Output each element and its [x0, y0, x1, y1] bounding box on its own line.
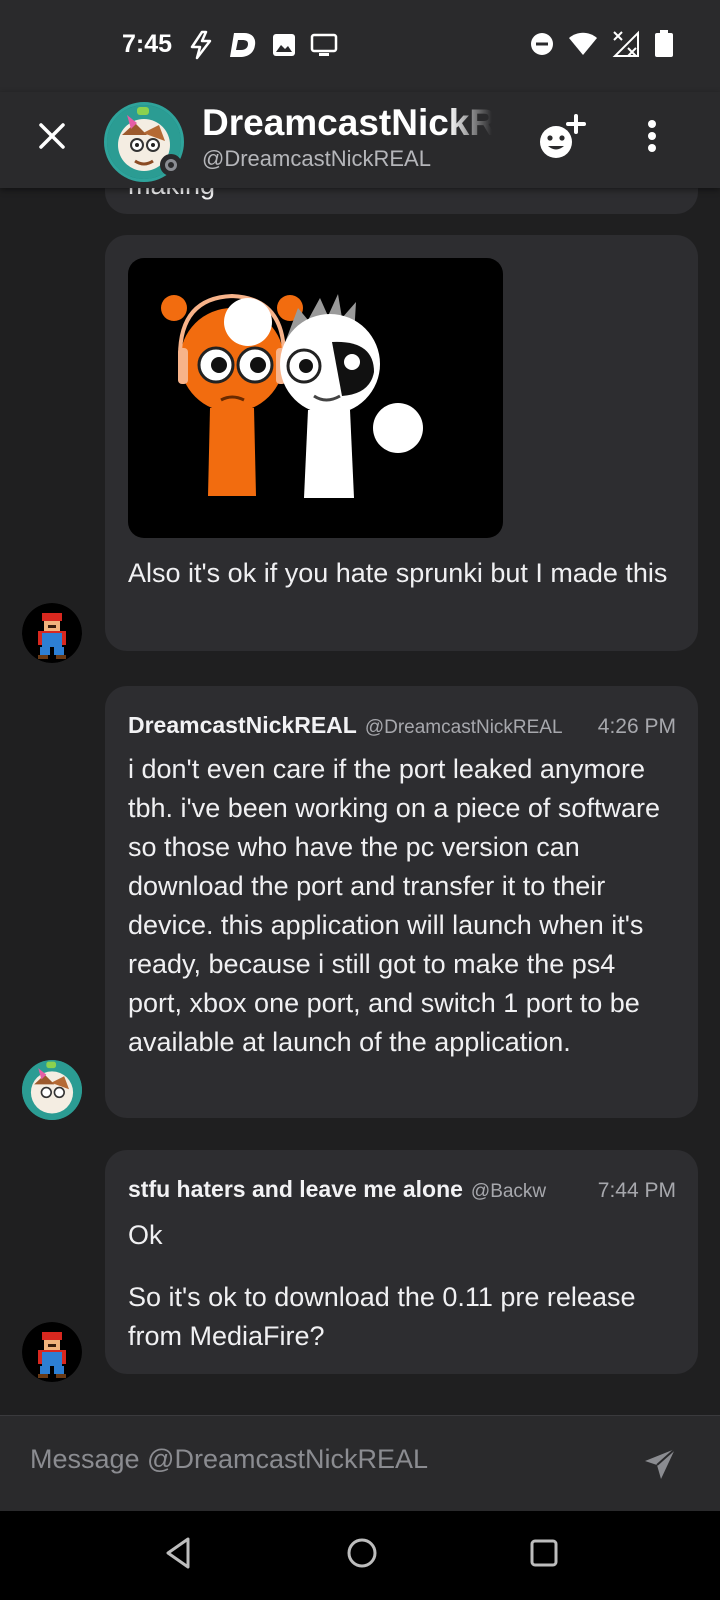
message-bubble: DreamcastNickREAL @DreamcastNickREAL 4:2… [105, 686, 698, 1118]
back-triangle-icon [166, 1537, 190, 1569]
home-circle-icon [347, 1538, 377, 1568]
status-bar: 7:45 [0, 0, 720, 92]
system-nav-bar [0, 1511, 720, 1600]
message-author[interactable]: DreamcastNickREAL [128, 712, 357, 739]
recents-square-icon [530, 1539, 558, 1567]
avatar[interactable] [22, 603, 82, 663]
send-button[interactable] [642, 1446, 678, 1482]
add-reaction-button[interactable] [536, 112, 588, 162]
message-input[interactable] [30, 1444, 590, 1475]
nav-recents-button[interactable] [526, 1533, 562, 1573]
sprunki-image-attachment[interactable] [128, 258, 503, 538]
message-handle: @DreamcastNickREAL [364, 717, 563, 738]
avatar[interactable] [22, 1322, 82, 1382]
message-handle: @Backw [470, 1181, 547, 1202]
emoji-add-icon [540, 114, 586, 158]
more-options-button[interactable] [640, 116, 664, 156]
kebab-menu-icon [648, 120, 656, 152]
message-author[interactable]: stfu haters and leave me alone [128, 1176, 463, 1203]
wifi-icon [568, 32, 598, 61]
message-list[interactable]: making [0, 188, 720, 1415]
image-icon [272, 33, 296, 62]
message-text: i don't even care if the port leaked any… [128, 754, 660, 1057]
cast-icon [310, 33, 338, 62]
message-text: So it's ok to download the 0.11 pre rele… [128, 1282, 636, 1351]
message-timestamp: 7:44 PM [597, 1179, 676, 1202]
status-indicator [160, 154, 182, 176]
message-text: making [128, 188, 215, 205]
flash-icon [188, 30, 214, 65]
message-bubble: making [105, 188, 698, 214]
message-text: Ok [128, 1220, 163, 1250]
message-header: DreamcastNickREAL @DreamcastNickREAL 4:2… [128, 712, 676, 739]
close-button[interactable] [32, 116, 72, 156]
message-bubble: Also it's ok if you hate sprunki but I m… [105, 235, 698, 651]
d-app-icon [228, 30, 258, 65]
battery-icon [654, 30, 674, 63]
close-icon [39, 123, 65, 149]
header-handle: @DreamcastNickREAL [202, 146, 431, 171]
no-signal-icon [612, 30, 640, 63]
dm-header: DreamcastNickREAL @DreamcastNickREAL [0, 92, 720, 188]
message-bubble: stfu haters and leave me alone @Backw 7:… [105, 1150, 698, 1374]
dnd-icon [530, 32, 554, 61]
message-text: Also it's ok if you hate sprunki but I m… [128, 558, 668, 588]
header-display-name[interactable]: DreamcastNickREAL [202, 102, 492, 144]
nav-home-button[interactable] [344, 1533, 380, 1573]
avatar[interactable] [22, 1060, 82, 1120]
send-icon [645, 1448, 676, 1479]
message-header: stfu haters and leave me alone @Backw 7:… [128, 1176, 676, 1203]
message-timestamp: 4:26 PM [597, 715, 676, 738]
status-time: 7:45 [122, 30, 173, 58]
message-composer [0, 1415, 720, 1511]
nav-back-button[interactable] [160, 1533, 196, 1573]
